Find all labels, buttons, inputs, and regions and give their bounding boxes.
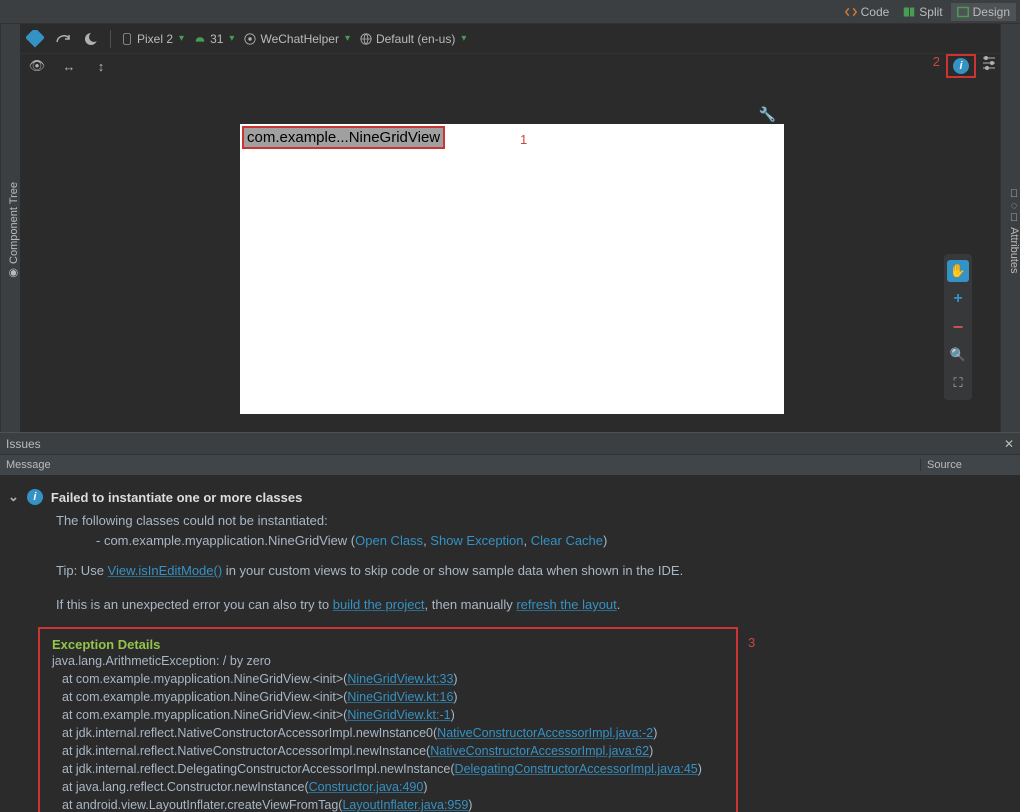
device-label: Pixel 2 bbox=[137, 32, 173, 46]
chevron-down-icon: ▾ bbox=[461, 33, 466, 44]
theme-icon bbox=[244, 33, 256, 45]
close-paren: ) bbox=[603, 533, 607, 548]
phone-icon bbox=[121, 33, 133, 45]
view-options-icon[interactable] bbox=[980, 54, 998, 72]
attributes-tab-label: Attributes bbox=[1008, 227, 1020, 273]
issue-class-prefix: - com.example.myapplication.NineGridView… bbox=[96, 533, 355, 548]
api-selector[interactable]: 31 ▾ bbox=[194, 32, 234, 46]
pan-button[interactable]: ✋ bbox=[947, 260, 969, 282]
vertical-arrows-icon[interactable]: ↕ bbox=[92, 57, 110, 75]
marker-3: 3 bbox=[748, 635, 755, 650]
mode-split[interactable]: Split bbox=[897, 3, 948, 21]
chevron-down-icon: ▾ bbox=[345, 33, 350, 44]
orientation-icon[interactable] bbox=[54, 30, 72, 48]
preview-canvas[interactable]: 🔧 bbox=[240, 124, 784, 414]
chevron-down-icon: ▾ bbox=[229, 33, 234, 44]
p3-pre: If this is an unexpected error you can a… bbox=[56, 597, 333, 612]
col-message[interactable]: Message bbox=[0, 459, 920, 471]
issues-title: Issues bbox=[6, 437, 41, 451]
attributes-tab[interactable]: �៑ Attributes bbox=[1008, 30, 1020, 432]
close-icon[interactable]: ✕ bbox=[1004, 437, 1014, 451]
api-label: 31 bbox=[210, 32, 223, 46]
marker-2: 2 bbox=[933, 54, 940, 69]
mode-code[interactable]: Code bbox=[839, 3, 896, 21]
zoom-fit-button[interactable]: ⛶ bbox=[947, 372, 969, 394]
info-icon: i bbox=[27, 489, 43, 505]
build-project-link[interactable]: build the project bbox=[333, 597, 425, 612]
show-exception-link[interactable]: Show Exception bbox=[430, 533, 523, 548]
issue-title: Failed to instantiate one or more classe… bbox=[51, 490, 302, 505]
component-tree-label: Component Tree bbox=[8, 182, 20, 264]
info-icon: i bbox=[953, 58, 969, 74]
nightmode-icon[interactable] bbox=[82, 30, 100, 48]
code-icon bbox=[845, 6, 857, 18]
stack-link[interactable]: NineGridView.kt:-1 bbox=[347, 708, 450, 722]
device-selector[interactable]: Pixel 2 ▾ bbox=[121, 32, 184, 46]
exception-message: java.lang.ArithmeticException: / by zero bbox=[52, 652, 724, 670]
marker-1: 1 bbox=[520, 132, 527, 147]
stack-link[interactable]: NineGridView.kt:16 bbox=[347, 690, 453, 704]
stack-link[interactable]: NativeConstructorAccessorImpl.java:62 bbox=[430, 744, 649, 758]
zoom-in-button[interactable]: + bbox=[947, 288, 969, 310]
stack-link[interactable]: Constructor.java:490 bbox=[309, 780, 424, 794]
p3-mid: , then manually bbox=[425, 597, 517, 612]
design-icon bbox=[957, 6, 969, 18]
tip-post: in your custom views to skip code or sho… bbox=[222, 563, 683, 578]
preview-component-label: com.example...NineGridView bbox=[244, 128, 443, 147]
locale-label: Default (en-us) bbox=[376, 32, 455, 46]
stack-link[interactable]: LayoutInflater.java:959 bbox=[342, 798, 468, 812]
design-toolbar: Pixel 2 ▾ 31 ▾ WeChatHelper ▾ Default (e… bbox=[20, 24, 1000, 54]
warnings-button[interactable]: i bbox=[946, 54, 976, 78]
mode-code-label: Code bbox=[861, 5, 890, 19]
globe-icon bbox=[360, 33, 372, 45]
period: . bbox=[617, 597, 621, 612]
mode-design[interactable]: Design bbox=[951, 3, 1016, 21]
chevron-down-icon: ▾ bbox=[179, 33, 184, 44]
isineditmode-link[interactable]: View.isInEditMode() bbox=[108, 563, 223, 578]
eye-icon[interactable]: 👁 bbox=[28, 57, 46, 75]
zoom-out-button[interactable]: − bbox=[947, 316, 969, 338]
exception-title: Exception Details bbox=[52, 637, 724, 652]
design-surface: Pixel 2 ▾ 31 ▾ WeChatHelper ▾ Default (e… bbox=[20, 24, 1000, 432]
right-side-tabs: �៑ Attributes bbox=[1000, 24, 1020, 432]
left-side-tabs: Palette ◧ ◉ Component Tree bbox=[0, 24, 20, 432]
stack-link[interactable]: NineGridView.kt:33 bbox=[347, 672, 453, 686]
component-tree-tab[interactable]: ◉ Component Tree bbox=[7, 30, 20, 432]
preview-component[interactable]: com.example...NineGridView bbox=[242, 126, 445, 149]
locale-selector[interactable]: Default (en-us) ▾ bbox=[360, 32, 466, 46]
zoom-toolbar: ✋ + − 🔍 ⛶ bbox=[944, 254, 972, 400]
theme-label: WeChatHelper bbox=[260, 32, 338, 46]
col-source[interactable]: Source bbox=[920, 459, 1020, 471]
chevron-down-icon[interactable]: ⌄ bbox=[8, 489, 19, 505]
issues-columns: Message Source bbox=[0, 455, 1020, 475]
mode-split-label: Split bbox=[919, 5, 942, 19]
mode-design-label: Design bbox=[973, 5, 1010, 19]
open-class-link[interactable]: Open Class bbox=[355, 533, 423, 548]
clear-cache-link[interactable]: Clear Cache bbox=[531, 533, 603, 548]
refresh-layout-link[interactable]: refresh the layout bbox=[516, 597, 616, 612]
arrows-icon[interactable]: ↔ bbox=[60, 57, 78, 75]
zoom-actual-button[interactable]: 🔍 bbox=[947, 344, 969, 366]
surface-icon[interactable] bbox=[26, 30, 44, 48]
tip-pre: Tip: Use bbox=[56, 563, 108, 578]
stack-link[interactable]: NativeConstructorAccessorImpl.java:-2 bbox=[437, 726, 653, 740]
separator bbox=[110, 30, 111, 48]
wrench-icon[interactable]: 🔧 bbox=[759, 106, 776, 123]
issues-panel: Issues ✕ Message Source ⌄ i Failed to in… bbox=[0, 432, 1020, 812]
exception-details: Exception Details java.lang.ArithmeticEx… bbox=[38, 627, 738, 812]
theme-selector[interactable]: WeChatHelper ▾ bbox=[244, 32, 350, 46]
split-icon bbox=[903, 6, 915, 18]
stack-link[interactable]: DelegatingConstructorAccessorImpl.java:4… bbox=[455, 762, 698, 776]
android-icon bbox=[194, 33, 206, 45]
design-toolbar-2: 👁 ↔ ↕ bbox=[20, 54, 1000, 78]
issue-p1: The following classes could not be insta… bbox=[56, 511, 1012, 531]
